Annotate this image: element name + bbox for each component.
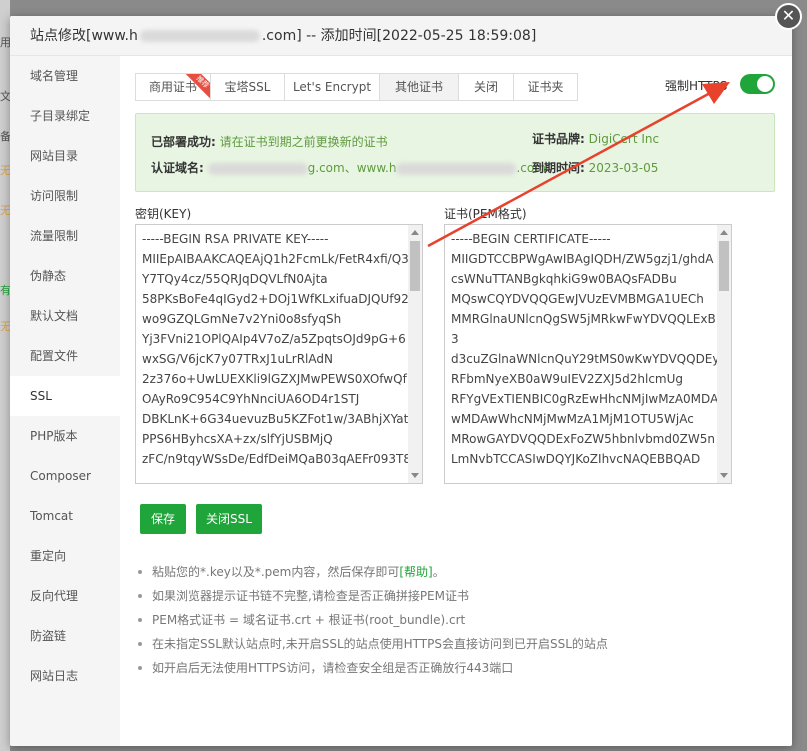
sidebar-item-config-file[interactable]: 配置文件: [10, 336, 120, 376]
close-ssl-button[interactable]: 关闭SSL: [196, 504, 262, 534]
cert-domain: 认证域名: g.com、www.h .com: [151, 159, 546, 176]
tab-lets-encrypt[interactable]: Let's Encrypt: [284, 73, 380, 101]
tab-other-cert[interactable]: 其他证书: [379, 73, 459, 101]
background-mark: 无: [0, 320, 10, 333]
domain-value-mid: g.com、www.h: [307, 161, 397, 175]
redacted-domain: [139, 30, 260, 42]
tip-item: 在未指定SSL默认站点时,未开启SSL的站点使用HTTPS会直接访问到已开启SS…: [135, 634, 608, 658]
tip-item: 粘贴您的*.key以及*.pem内容，然后保存即可[帮助]。: [135, 562, 608, 586]
background-mark: 无: [0, 164, 10, 177]
sidebar-item-subdirectory[interactable]: 子目录绑定: [10, 96, 120, 136]
background-mark: 用: [0, 36, 10, 49]
site-edit-dialog: 站点修改[www.h .com] -- 添加时间[2022-05-25 18:59…: [10, 16, 792, 746]
deployed-status: 已部署成功: 请在证书到期之前更换新的证书: [151, 133, 388, 150]
dialog-title-suffix: .com] -- 添加时间[2022-05-25 18:59:08]: [261, 28, 537, 44]
recommend-badge-text: 推荐: [186, 74, 210, 98]
force-https-label: 强制HTTPS: [665, 79, 728, 93]
scroll-down-icon[interactable]: [720, 473, 728, 478]
help-link[interactable]: [帮助]: [399, 565, 432, 579]
ssl-tabs: 商用证书 推荐 宝塔SSL Let's Encrypt 其他证书 关闭 证书夹: [135, 73, 578, 101]
sidebar-item-reverse-proxy[interactable]: 反向代理: [10, 576, 120, 616]
sidebar-item-domain[interactable]: 域名管理: [10, 56, 120, 96]
tips-list: 粘贴您的*.key以及*.pem内容，然后保存即可[帮助]。 如果浏览器提示证书…: [135, 562, 608, 682]
brand-label: 证书品牌:: [532, 132, 585, 146]
tip-item: 如开启后无法使用HTTPS访问，请检查安全组是否正确放行443端口: [135, 658, 608, 682]
tip-item: 如果浏览器提示证书链不完整,请检查是否正确拼接PEM证书: [135, 586, 608, 610]
scroll-up-icon[interactable]: [411, 230, 419, 235]
sidebar-item-access-limit[interactable]: 访问限制: [10, 176, 120, 216]
sidebar-item-composer[interactable]: Composer: [10, 456, 120, 496]
sidebar-item-site-log[interactable]: 网站日志: [10, 656, 120, 696]
tab-cert-folder[interactable]: 证书夹: [513, 73, 578, 101]
key-textarea[interactable]: -----BEGIN RSA PRIVATE KEY----- MIIEpAIB…: [135, 224, 423, 484]
cert-scrollbar[interactable]: [717, 225, 731, 483]
tip-item: PEM格式证书 = 域名证书.crt + 根证书(root_bundle).cr…: [135, 610, 608, 634]
background-page-strip: 用 文 备 无 无 有 无: [0, 0, 10, 751]
sidebar-item-php-version[interactable]: PHP版本: [10, 416, 120, 456]
dialog-title-prefix: 站点修改[www.h: [30, 28, 138, 44]
sidebar-item-ssl[interactable]: SSL: [10, 376, 120, 416]
sidebar-item-redirect[interactable]: 重定向: [10, 536, 120, 576]
tab-baota-ssl[interactable]: 宝塔SSL: [210, 73, 285, 101]
recommend-badge: 推荐: [186, 74, 210, 98]
sidebar-item-hotlink[interactable]: 防盗链: [10, 616, 120, 656]
expiry-label: 到期时间:: [532, 161, 585, 175]
force-https-toggle[interactable]: [740, 74, 775, 94]
key-scrollbar[interactable]: [408, 225, 422, 483]
cert-field-label: 证书(PEM格式): [444, 207, 527, 221]
scroll-down-icon[interactable]: [411, 473, 419, 478]
sidebar-item-rewrite[interactable]: 伪静态: [10, 256, 120, 296]
sidebar-item-site-directory[interactable]: 网站目录: [10, 136, 120, 176]
scroll-thumb[interactable]: [719, 241, 729, 291]
cert-info-panel: 已部署成功: 请在证书到期之前更换新的证书 证书品牌: DigiCert Inc…: [135, 113, 775, 192]
scroll-thumb[interactable]: [410, 241, 420, 291]
brand-value: DigiCert Inc: [588, 132, 660, 146]
expiry-value: 2023-03-05: [588, 161, 659, 175]
cert-content: -----BEGIN CERTIFICATE----- MIIGDTCCBPWg…: [451, 232, 720, 466]
cert-expiry: 到期时间: 2023-03-05: [532, 159, 658, 176]
toggle-knob: [757, 76, 773, 92]
background-mark: 备: [0, 130, 10, 143]
redacted-domain: [396, 162, 517, 175]
dialog-title: 站点修改[www.h .com] -- 添加时间[2022-05-25 18:59…: [10, 16, 792, 56]
close-icon[interactable]: ✕: [775, 3, 802, 30]
save-button[interactable]: 保存: [140, 504, 186, 534]
background-mark: 有: [0, 284, 10, 297]
key-field-label: 密钥(KEY): [135, 207, 192, 221]
domain-label: 认证域名:: [151, 161, 204, 175]
cert-textarea[interactable]: -----BEGIN CERTIFICATE----- MIIGDTCCBPWg…: [444, 224, 732, 484]
tab-commercial-cert[interactable]: 商用证书 推荐: [135, 73, 211, 101]
background-mark: 文: [0, 90, 10, 103]
background-mark: 无: [0, 204, 10, 217]
deployed-label: 已部署成功:: [151, 135, 216, 149]
deployed-value: 请在证书到期之前更换新的证书: [219, 135, 388, 149]
sidebar-item-tomcat[interactable]: Tomcat: [10, 496, 120, 536]
key-content: -----BEGIN RSA PRIVATE KEY----- MIIEpAIB…: [142, 232, 416, 466]
tab-close[interactable]: 关闭: [458, 73, 514, 101]
sidebar-item-traffic-limit[interactable]: 流量限制: [10, 216, 120, 256]
scroll-up-icon[interactable]: [720, 230, 728, 235]
sidebar-item-default-doc[interactable]: 默认文档: [10, 296, 120, 336]
sidebar: 域名管理 子目录绑定 网站目录 访问限制 流量限制 伪静态 默认文档 配置文件 …: [10, 56, 120, 746]
redacted-domain: [207, 162, 308, 175]
cert-brand: 证书品牌: DigiCert Inc: [532, 130, 659, 147]
